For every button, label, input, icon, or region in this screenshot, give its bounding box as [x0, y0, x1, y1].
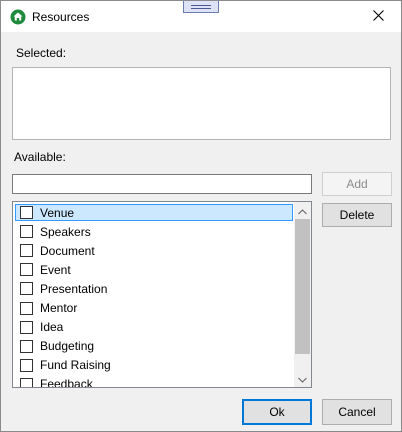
scroll-down-button[interactable]	[294, 370, 311, 387]
list-item-content: Document	[15, 242, 293, 259]
list-item-label: Budgeting	[40, 339, 95, 354]
list-item[interactable]: Mentor	[13, 298, 294, 317]
checkbox[interactable]	[20, 339, 33, 353]
checkbox[interactable]	[20, 244, 33, 258]
checkbox[interactable]	[20, 320, 33, 334]
list-item-content: Presentation	[15, 280, 293, 297]
list-item[interactable]: Presentation	[13, 279, 294, 298]
checkbox[interactable]	[20, 225, 33, 239]
list-scrollbar[interactable]	[294, 202, 311, 387]
chevron-down-icon	[298, 372, 307, 386]
list-item-label: Idea	[40, 320, 64, 335]
list-item-label: Document	[40, 243, 95, 258]
list-item-label: Fund Raising	[40, 358, 111, 373]
list-item-label: Event	[40, 262, 71, 277]
list-item-label: Feedback	[40, 377, 93, 388]
list-item[interactable]: Document	[13, 241, 294, 260]
checkbox[interactable]	[20, 301, 33, 315]
checkbox[interactable]	[20, 358, 33, 372]
list-item-content: Budgeting	[15, 338, 293, 355]
list-item-content: Event	[15, 261, 293, 278]
scroll-thumb[interactable]	[295, 219, 310, 354]
list-item-label: Mentor	[40, 301, 78, 316]
home-icon	[10, 9, 26, 25]
available-search-input[interactable]	[12, 174, 312, 194]
list-item-label: Presentation	[40, 281, 108, 296]
scroll-up-button[interactable]	[294, 202, 311, 219]
drag-handle-icon[interactable]	[183, 1, 219, 13]
selected-list[interactable]	[12, 67, 391, 140]
list-item[interactable]: Feedback	[13, 375, 294, 388]
cancel-button[interactable]: Cancel	[322, 399, 392, 425]
checkbox[interactable]	[20, 263, 33, 277]
checkbox[interactable]	[20, 377, 33, 387]
available-label: Available:	[14, 150, 66, 164]
list-item[interactable]: Venue	[13, 203, 294, 222]
available-items: Venue Speakers Document Event Presentation Me…	[13, 203, 294, 388]
window-title: Resources	[32, 10, 90, 24]
list-item-label: Venue	[40, 205, 75, 220]
list-item[interactable]: Event	[13, 260, 294, 279]
list-item-content: Mentor	[15, 299, 293, 316]
list-item[interactable]: Idea	[13, 318, 294, 337]
ok-button[interactable]: Ok	[242, 399, 312, 425]
available-list[interactable]: Venue Speakers Document Event Presentation Me…	[12, 201, 312, 388]
checkbox[interactable]	[20, 206, 33, 220]
list-item-content: Venue	[15, 204, 293, 222]
list-item-content: Idea	[15, 319, 293, 336]
resources-dialog: Resources Selected: Available: Add Delet…	[0, 0, 402, 432]
list-item-content: Feedback	[15, 376, 293, 388]
list-item-content: Fund Raising	[15, 357, 293, 374]
list-item[interactable]: Speakers	[13, 222, 294, 241]
checkbox[interactable]	[20, 282, 33, 296]
close-icon	[372, 9, 384, 24]
list-item-content: Speakers	[15, 223, 293, 240]
chevron-up-icon	[298, 204, 307, 218]
close-button[interactable]	[355, 1, 401, 32]
add-button[interactable]: Add	[322, 172, 392, 196]
list-item[interactable]: Fund Raising	[13, 356, 294, 375]
list-item-label: Speakers	[40, 224, 91, 239]
delete-button[interactable]: Delete	[322, 203, 392, 227]
list-item[interactable]: Budgeting	[13, 337, 294, 356]
selected-label: Selected:	[16, 46, 67, 60]
